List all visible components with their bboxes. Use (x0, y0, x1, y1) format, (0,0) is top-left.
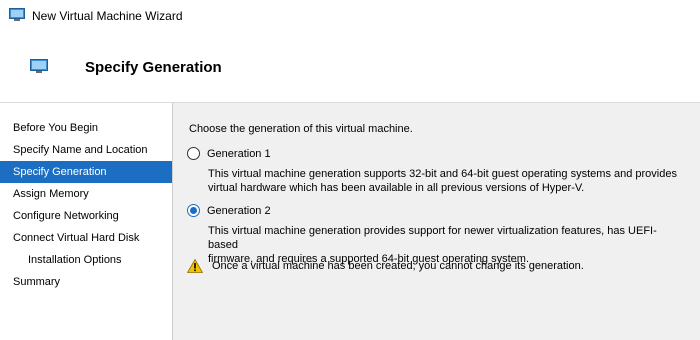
window-title: New Virtual Machine Wizard (32, 9, 183, 23)
sidebar-item-summary[interactable]: Summary (0, 271, 172, 293)
warning-icon (187, 259, 203, 273)
sidebar-item-specify-generation[interactable]: Specify Generation (0, 161, 172, 183)
sidebar-item-configure-networking[interactable]: Configure Networking (0, 205, 172, 227)
generation-2-radio[interactable] (187, 204, 200, 217)
generation-1-option[interactable]: Generation 1 (187, 147, 271, 160)
generation-1-desc-line-1: This virtual machine generation supports… (208, 168, 677, 180)
generation-1-description: This virtual machine generation supports… (208, 167, 678, 195)
sidebar-item-installation-options[interactable]: Installation Options (0, 249, 172, 271)
generation-2-label[interactable]: Generation 2 (207, 205, 271, 217)
sidebar-item-specify-name-location[interactable]: Specify Name and Location (0, 139, 172, 161)
generation-2-desc-line-1: This virtual machine generation provides… (208, 225, 657, 251)
intro-text: Choose the generation of this virtual ma… (189, 123, 413, 135)
page-title: Specify Generation (85, 59, 222, 76)
generation-warning: Once a virtual machine has been created,… (187, 259, 584, 273)
sidebar-item-before-you-begin[interactable]: Before You Begin (0, 117, 172, 139)
generation-1-desc-line-2: virtual hardware which has been availabl… (208, 182, 585, 194)
vm-wizard-icon (9, 8, 25, 21)
generation-1-radio[interactable] (187, 147, 200, 160)
title-bar: New Virtual Machine Wizard (0, 0, 700, 30)
wizard-steps-sidebar: Before You Begin Specify Name and Locati… (0, 103, 173, 340)
sidebar-item-connect-vhd[interactable]: Connect Virtual Hard Disk (0, 227, 172, 249)
wizard-header: Specify Generation (0, 30, 700, 103)
vm-monitor-icon (30, 59, 48, 73)
sidebar-item-assign-memory[interactable]: Assign Memory (0, 183, 172, 205)
content-panel: Choose the generation of this virtual ma… (173, 103, 700, 340)
generation-1-label[interactable]: Generation 1 (207, 148, 271, 160)
generation-2-option[interactable]: Generation 2 (187, 204, 271, 217)
warning-text: Once a virtual machine has been created,… (212, 260, 584, 272)
